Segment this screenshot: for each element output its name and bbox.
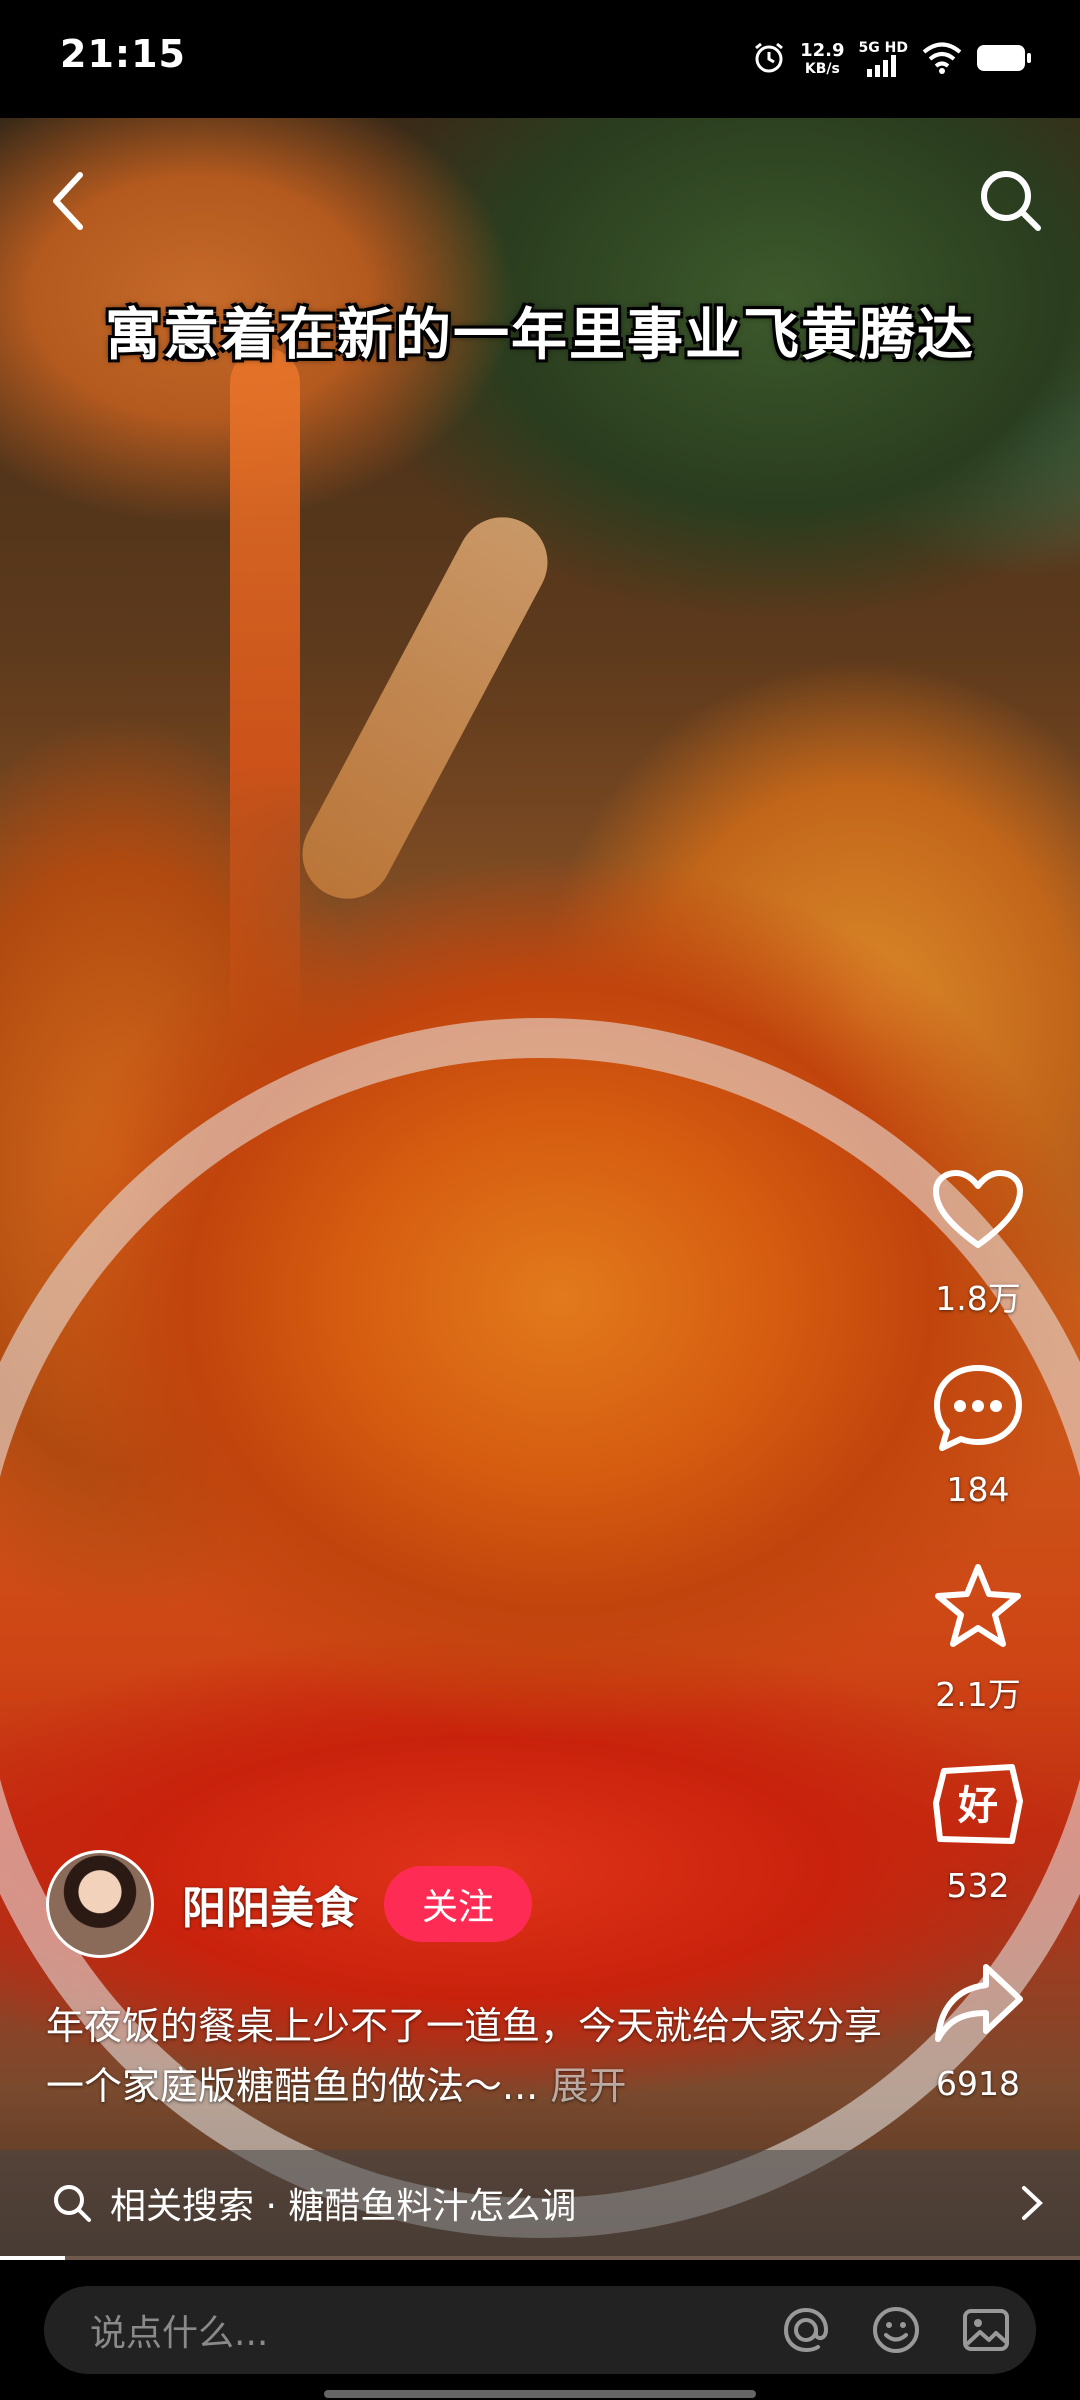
good-badge-icon: 好 (928, 1754, 1028, 1854)
status-bar: 21:15 12.9 KB/s 5G HD (0, 0, 1080, 118)
alarm-icon (752, 41, 786, 79)
favorite-button[interactable]: 2.1万 (890, 1556, 1066, 1754)
chevron-left-icon (53, 172, 83, 230)
back-button[interactable] (24, 156, 114, 246)
related-search-text: 相关搜索 · 糖醋鱼料汁怎么调 (110, 2186, 577, 2227)
search-icon (981, 171, 1041, 231)
svg-text:好: 好 (957, 1783, 998, 1829)
action-rail: 1.8万 184 2.1万 好 532 6918 (890, 1160, 1066, 2150)
home-indicator[interactable] (324, 2390, 756, 2398)
rating-count: 532 (946, 1866, 1010, 1905)
author-name[interactable]: 阳阳美食 (182, 1872, 358, 1936)
network-type-label: 5G HD (858, 39, 908, 56)
status-icons: 12.9 KB/s 5G HD (752, 34, 1032, 86)
star-icon (928, 1556, 1028, 1656)
image-icon[interactable] (956, 2300, 1016, 2360)
rating-button[interactable]: 好 532 (890, 1754, 1066, 1952)
wifi-icon (922, 42, 962, 78)
comment-tools (776, 2300, 1016, 2360)
comment-input[interactable]: 说点什么... (44, 2286, 1036, 2374)
fish-graphic (286, 501, 564, 915)
heart-icon (928, 1160, 1028, 1260)
avatar[interactable] (46, 1850, 154, 1958)
expand-link[interactable]: 展开 (550, 2064, 626, 2108)
share-button[interactable]: 6918 (890, 1952, 1066, 2150)
chevron-right-icon (1022, 2186, 1043, 2220)
share-count: 6918 (936, 2064, 1020, 2103)
network-speed: 12.9 KB/s (800, 42, 844, 78)
search-icon (54, 2185, 91, 2222)
favorite-count: 2.1万 (935, 1675, 1021, 1714)
comment-count: 184 (946, 1470, 1010, 1509)
description-text: 年夜饭的餐桌上少不了一道鱼，今天就给大家分享一个家庭版糖醋鱼的做法～... (46, 2004, 883, 2108)
like-count: 1.8万 (935, 1279, 1021, 1318)
comment-placeholder: 说点什么... (90, 2313, 269, 2354)
follow-button[interactable]: 关注 (384, 1866, 533, 1942)
comment-icon (928, 1358, 1028, 1458)
like-button[interactable]: 1.8万 (890, 1160, 1066, 1358)
network-speed-unit: KB/s (804, 61, 840, 77)
video-description: 年夜饭的餐桌上少不了一道鱼，今天就给大家分享一个家庭版糖醋鱼的做法～... 展开 (46, 1996, 916, 2116)
comment-bar: 说点什么... (0, 2260, 1080, 2400)
search-button[interactable] (966, 156, 1056, 246)
comment-button[interactable]: 184 (890, 1358, 1066, 1556)
battery-icon (976, 43, 1032, 77)
sauce-graphic (230, 348, 300, 1048)
emoji-icon[interactable] (866, 2300, 926, 2360)
signal-icon (867, 54, 897, 77)
network-speed-value: 12.9 (800, 40, 845, 61)
video-caption: 寓意着在新的一年里事业飞黄腾达 (105, 302, 975, 368)
status-time: 21:15 (60, 32, 186, 76)
network-type: 5G HD (859, 41, 908, 80)
mention-icon[interactable] (776, 2300, 836, 2360)
author-row: 阳阳美食 关注 (46, 1850, 533, 1958)
share-arrow-icon (928, 1952, 1028, 2052)
related-search-bar[interactable]: 相关搜索 · 糖醋鱼料汁怎么调 (0, 2150, 1080, 2256)
